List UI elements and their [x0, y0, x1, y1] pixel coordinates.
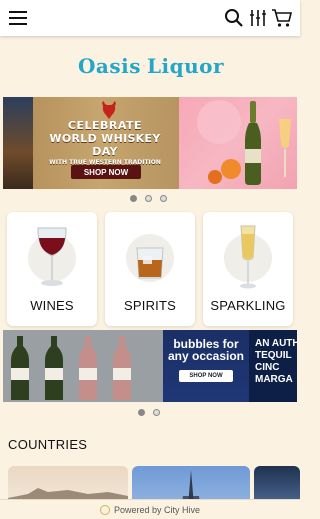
banner-photo-strip [3, 97, 33, 189]
bottles-image [3, 330, 163, 402]
powered-by-footer: Powered by City Hive [0, 499, 300, 519]
search-icon[interactable] [222, 6, 246, 30]
tequila-line-3: CINC [255, 362, 280, 373]
shop-now-button[interactable]: SHOP NOW [71, 165, 141, 179]
carousel-dot-2[interactable] [153, 409, 160, 416]
category-label-sparkling: SPARKLING [210, 298, 286, 313]
promo-headline: bubbles for any occasion [167, 338, 245, 362]
tequila-line-2: TEQUIL [255, 350, 292, 361]
section-title-countries: COUNTRIES [8, 437, 88, 452]
tequila-line-4: MARGA [255, 374, 293, 385]
promo-carousel-dots [138, 409, 160, 416]
whiskey-glass-icon [136, 247, 164, 279]
promo-shop-now-button[interactable]: SHOP NOW [179, 370, 233, 382]
hero-banner[interactable]: CELEBRATE WORLD WHISKEY DAY WITH TRUE WE… [3, 97, 297, 189]
carousel-dot-3[interactable] [160, 195, 167, 202]
banner-line-1: CELEBRATE [67, 119, 143, 132]
banner-line-2: WORLD WHISKEY DAY [49, 132, 161, 158]
promo-headline-line-2: any occasion [167, 349, 245, 363]
category-card-wines[interactable]: WINES [7, 212, 97, 326]
top-bar [0, 0, 300, 36]
carousel-dot-1[interactable] [138, 409, 145, 416]
banner-headline: CELEBRATE WORLD WHISKEY DAY WITH TRUE WE… [35, 119, 175, 166]
category-label-wines: WINES [30, 298, 74, 313]
palm-tree-icon [143, 64, 145, 68]
carousel-dot-1[interactable] [130, 195, 137, 202]
hamburger-menu-icon[interactable] [6, 6, 30, 30]
category-card-sparkling[interactable]: SPARKLING [203, 212, 293, 326]
wine-glass-icon [37, 227, 67, 286]
category-label-spirits: SPIRITS [124, 298, 176, 313]
logo-word-oasis: Oasis [78, 54, 141, 78]
carousel-dot-2[interactable] [145, 195, 152, 202]
city-hive-icon [99, 504, 110, 515]
category-card-spirits[interactable]: SPIRITS [105, 212, 195, 326]
champagne-bottle-image [197, 100, 291, 185]
sparkling-slide-preview[interactable] [179, 97, 297, 189]
tequila-line-1: AN AUTH [255, 338, 297, 349]
champagne-flute-icon [240, 225, 256, 289]
cart-icon[interactable] [270, 6, 294, 30]
promo-banner[interactable]: bubbles for any occasion SHOP NOW AN AUT… [3, 330, 297, 402]
utensils-icon[interactable] [246, 6, 270, 30]
hero-carousel-dots [130, 195, 167, 202]
store-logo[interactable]: Oasis Liquor [78, 48, 224, 84]
tequila-promo-text: AN AUTH TEQUIL CINC MARGA [255, 338, 297, 386]
bull-logo-icon [102, 101, 116, 119]
powered-by-text: Powered by City Hive [113, 504, 201, 515]
whiskey-day-slide[interactable]: CELEBRATE WORLD WHISKEY DAY WITH TRUE WE… [3, 97, 179, 189]
logo-word-liquor: Liquor [146, 54, 224, 78]
